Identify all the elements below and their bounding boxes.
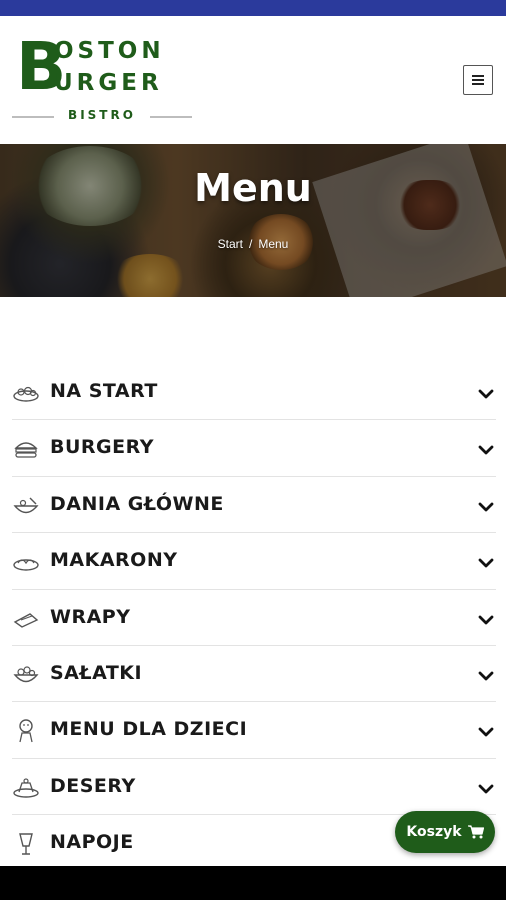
chevron-down-icon[interactable]: [476, 440, 496, 460]
chevron-down-icon[interactable]: [476, 666, 496, 686]
cart-icon: [467, 825, 484, 839]
cart-button[interactable]: Koszyk: [395, 811, 495, 853]
page-title: Menu: [194, 166, 312, 210]
breadcrumb: Start / Menu: [0, 237, 506, 251]
boston-burger-logo[interactable]: B OSTON URGER BISTRO: [12, 34, 192, 128]
burger-icon: [12, 437, 40, 461]
logo-line-1: OSTON: [54, 38, 165, 64]
breadcrumb-current: Menu: [258, 237, 289, 251]
category-row-menu-dla-dzieci[interactable]: MENU DLA DZIECI: [12, 702, 496, 759]
wrap-icon: [12, 607, 40, 631]
breadcrumb-separator: /: [248, 237, 253, 251]
pasta-icon: [12, 550, 40, 574]
menu-toggle-button[interactable]: [463, 65, 493, 95]
bottom-navigation-bar: [0, 866, 506, 900]
category-label: WRAPY: [50, 605, 131, 628]
category-row-burgery[interactable]: BURGERY: [12, 420, 496, 477]
menu-category-list: NA START BURGERY DANIA GŁÓWNE MAKARONY W…: [12, 364, 496, 872]
category-row-makarony[interactable]: MAKARONY: [12, 533, 496, 590]
chevron-down-icon[interactable]: [476, 779, 496, 799]
dessert-icon: [12, 776, 40, 800]
chevron-down-icon[interactable]: [476, 610, 496, 630]
site-header: B OSTON URGER BISTRO: [0, 16, 506, 144]
appetizer-icon: [12, 381, 40, 405]
category-row-wrapy[interactable]: WRAPY: [12, 590, 496, 646]
category-row-desery[interactable]: DESERY: [12, 759, 496, 816]
cart-label: Koszyk: [406, 824, 462, 840]
chevron-down-icon[interactable]: [476, 497, 496, 517]
category-label: MAKARONY: [50, 549, 178, 572]
category-row-na-start[interactable]: NA START: [12, 364, 496, 421]
chevron-down-icon[interactable]: [476, 553, 496, 573]
breadcrumb-home-link[interactable]: Start: [218, 237, 243, 251]
logo-rule-right: [150, 116, 192, 118]
logo-subtitle: BISTRO: [68, 108, 136, 122]
category-label: NAPOJE: [50, 831, 134, 854]
logo-line-2: URGER: [54, 70, 163, 96]
category-label: DANIA GŁÓWNE: [50, 492, 224, 515]
chevron-down-icon[interactable]: [476, 722, 496, 742]
category-label: SAŁATKI: [50, 661, 143, 684]
drink-icon: [12, 832, 40, 856]
category-label: MENU DLA DZIECI: [50, 718, 248, 741]
hamburger-icon: [472, 75, 484, 85]
main-dish-icon: [12, 494, 40, 518]
salad-icon: [12, 663, 40, 687]
chevron-down-icon[interactable]: [476, 384, 496, 404]
category-row-dania-glowne[interactable]: DANIA GŁÓWNE: [12, 477, 496, 534]
logo-subtitle-row: BISTRO: [12, 108, 192, 126]
category-label: BURGERY: [50, 436, 154, 459]
hero-banner: Menu Start / Menu: [0, 144, 506, 297]
category-row-salatki[interactable]: SAŁATKI: [12, 646, 496, 703]
category-label: NA START: [50, 380, 158, 402]
kids-icon: [12, 719, 40, 743]
category-label: DESERY: [50, 774, 136, 797]
top-color-bar: [0, 0, 506, 16]
